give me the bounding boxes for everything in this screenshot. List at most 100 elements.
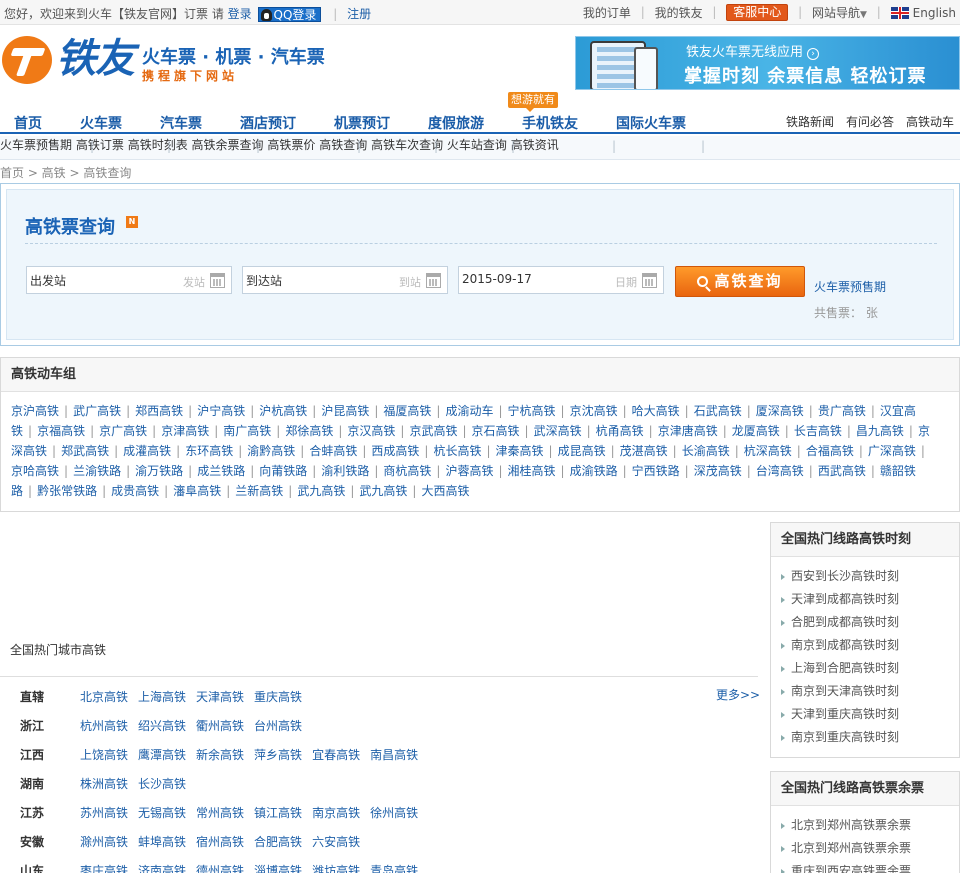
train-group-link[interactable]: 京汉高铁 xyxy=(347,424,395,438)
city-link[interactable]: 南京高铁 xyxy=(312,806,360,820)
train-group-link[interactable]: 广深高铁 xyxy=(868,444,916,458)
register-link[interactable]: 注册 xyxy=(347,7,371,21)
train-group-link[interactable]: 兰新高铁 xyxy=(235,484,283,498)
train-group-link[interactable]: 兰渝铁路 xyxy=(73,464,121,478)
calendar-icon[interactable] xyxy=(210,273,225,288)
train-group-link[interactable]: 石武高铁 xyxy=(694,404,742,418)
train-group-link[interactable]: 京津高铁 xyxy=(161,424,209,438)
city-link[interactable]: 苏州高铁 xyxy=(80,806,128,820)
site-logo[interactable]: 铁友 火车票 · 机票 · 汽车票 携程旗下网站 xyxy=(2,34,332,88)
train-group-link[interactable]: 福厦高铁 xyxy=(383,404,431,418)
nav-item-bus[interactable]: 汽车票 xyxy=(160,113,202,133)
train-group-link[interactable]: 京广高铁 xyxy=(99,424,147,438)
city-link[interactable]: 淄博高铁 xyxy=(254,864,302,873)
city-link[interactable]: 济南高铁 xyxy=(138,864,186,873)
nav-item-international[interactable]: 国际火车票 xyxy=(616,113,686,133)
train-group-link[interactable]: 津秦高铁 xyxy=(496,444,544,458)
train-group-link[interactable]: 武广高铁 xyxy=(73,404,121,418)
nav-item-train[interactable]: 火车票 xyxy=(80,113,122,133)
route-link[interactable]: 西安到长沙高铁时刻 xyxy=(779,565,959,588)
train-group-link[interactable]: 沪杭高铁 xyxy=(259,404,307,418)
train-group-link[interactable]: 京沪高铁 xyxy=(11,404,59,418)
calendar-icon[interactable] xyxy=(642,273,657,288)
city-link[interactable]: 长沙高铁 xyxy=(138,777,186,791)
city-link[interactable]: 徐州高铁 xyxy=(370,806,418,820)
train-group-link[interactable]: 合福高铁 xyxy=(806,444,854,458)
city-link[interactable]: 合肥高铁 xyxy=(254,835,302,849)
train-group-link[interactable]: 商杭高铁 xyxy=(383,464,431,478)
service-center-button[interactable]: 客服中心 xyxy=(726,4,789,21)
mobile-app-banner[interactable]: 铁友火车票无线应用 › 掌握时刻 余票信息 轻松订票 xyxy=(575,36,960,90)
train-group-link[interactable]: 杭深高铁 xyxy=(744,444,792,458)
train-group-link[interactable]: 杭甬高铁 xyxy=(596,424,644,438)
search-button[interactable]: 高铁查询 xyxy=(675,266,805,297)
route-link[interactable]: 北京到郑州高铁票余票 xyxy=(779,814,959,837)
train-group-link[interactable]: 长吉高铁 xyxy=(794,424,842,438)
route-link[interactable]: 合肥到成都高铁时刻 xyxy=(779,611,959,634)
language-switch[interactable]: English xyxy=(890,6,956,20)
train-group-link[interactable]: 成兰铁路 xyxy=(197,464,245,478)
city-link[interactable]: 新余高铁 xyxy=(196,748,244,762)
city-link[interactable]: 上海高铁 xyxy=(138,690,186,704)
train-group-link[interactable]: 大西高铁 xyxy=(421,484,469,498)
train-group-link[interactable]: 沪宁高铁 xyxy=(197,404,245,418)
train-group-link[interactable]: 黔张常铁路 xyxy=(37,484,97,498)
train-group-link[interactable]: 杭长高铁 xyxy=(433,444,481,458)
city-link[interactable]: 宿州高铁 xyxy=(196,835,244,849)
train-group-link[interactable]: 东环高铁 xyxy=(185,444,233,458)
train-group-link[interactable]: 沪蓉高铁 xyxy=(445,464,493,478)
city-link[interactable]: 重庆高铁 xyxy=(254,690,302,704)
route-link[interactable]: 北京到郑州高铁票余票 xyxy=(779,837,959,860)
route-link[interactable]: 重庆到西安高铁票余票 xyxy=(779,860,959,873)
route-link[interactable]: 天津到重庆高铁时刻 xyxy=(779,703,959,726)
city-link[interactable]: 天津高铁 xyxy=(196,690,244,704)
subnav-presale[interactable]: 火车票预售期 xyxy=(0,138,72,152)
nav-item-home[interactable]: 首页 xyxy=(14,113,42,133)
train-group-link[interactable]: 武深高铁 xyxy=(534,424,582,438)
train-group-link[interactable]: 瀋阜高铁 xyxy=(173,484,221,498)
train-group-link[interactable]: 郑徐高铁 xyxy=(285,424,333,438)
city-link[interactable]: 无锡高铁 xyxy=(138,806,186,820)
train-group-link[interactable]: 向莆铁路 xyxy=(259,464,307,478)
train-group-link[interactable]: 贵广高铁 xyxy=(818,404,866,418)
city-link[interactable]: 北京高铁 xyxy=(80,690,128,704)
city-link[interactable]: 青岛高铁 xyxy=(370,864,418,873)
nav-item-mobile[interactable]: 手机铁友 xyxy=(522,113,578,133)
train-group-link[interactable]: 合蚌高铁 xyxy=(309,444,357,458)
city-link[interactable]: 鹰潭高铁 xyxy=(138,748,186,762)
city-link[interactable]: 绍兴高铁 xyxy=(138,719,186,733)
city-link[interactable]: 德州高铁 xyxy=(196,864,244,873)
subnav-train-number[interactable]: 高铁车次查询 xyxy=(371,138,443,152)
route-link[interactable]: 南京到天津高铁时刻 xyxy=(779,680,959,703)
train-group-link[interactable]: 昌九高铁 xyxy=(856,424,904,438)
train-group-link[interactable]: 厦深高铁 xyxy=(756,404,804,418)
from-station-field[interactable]: 出发站 发站 xyxy=(26,266,232,294)
train-group-link[interactable]: 宁西铁路 xyxy=(632,464,680,478)
city-link[interactable]: 台州高铁 xyxy=(254,719,302,733)
train-group-link[interactable]: 京石高铁 xyxy=(472,424,520,438)
city-link[interactable]: 上饶高铁 xyxy=(80,748,128,762)
train-group-link[interactable]: 西成高铁 xyxy=(371,444,419,458)
train-group-link[interactable]: 渝万铁路 xyxy=(135,464,183,478)
city-link[interactable]: 南昌高铁 xyxy=(370,748,418,762)
train-group-link[interactable]: 沪昆高铁 xyxy=(321,404,369,418)
route-link[interactable]: 南京到成都高铁时刻 xyxy=(779,634,959,657)
train-group-link[interactable]: 京哈高铁 xyxy=(11,464,59,478)
train-group-link[interactable]: 成渝铁路 xyxy=(570,464,618,478)
route-link[interactable]: 南京到重庆高铁时刻 xyxy=(779,726,959,749)
train-group-link[interactable]: 京沈高铁 xyxy=(570,404,618,418)
train-group-link[interactable]: 京武高铁 xyxy=(409,424,457,438)
subnav-remaining[interactable]: 高铁余票查询 xyxy=(192,138,264,152)
train-group-link[interactable]: 成灌高铁 xyxy=(123,444,171,458)
city-link[interactable]: 潍坊高铁 xyxy=(312,864,360,873)
nav-item-vacation[interactable]: 度假旅游 xyxy=(428,113,484,133)
nav-item-hotel[interactable]: 酒店预订 xyxy=(240,113,296,133)
train-group-link[interactable]: 哈大高铁 xyxy=(632,404,680,418)
train-group-link[interactable]: 西武高铁 xyxy=(818,464,866,478)
train-group-link[interactable]: 成渝动车 xyxy=(445,404,493,418)
route-link[interactable]: 天津到成都高铁时刻 xyxy=(779,588,959,611)
train-group-link[interactable]: 武九高铁 xyxy=(297,484,345,498)
city-link[interactable]: 六安高铁 xyxy=(312,835,360,849)
train-group-link[interactable]: 宁杭高铁 xyxy=(508,404,556,418)
train-group-link[interactable]: 渝利铁路 xyxy=(321,464,369,478)
